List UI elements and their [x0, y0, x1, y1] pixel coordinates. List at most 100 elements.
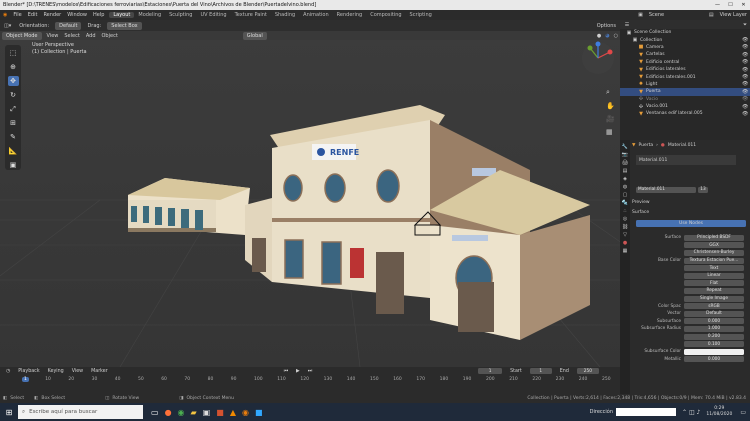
material-slot-list[interactable]: Material.011	[636, 155, 736, 165]
material-field-value[interactable]: Single Image	[684, 295, 744, 302]
editor-type-icon[interactable]: ◫▾	[0, 23, 15, 29]
material-field-value[interactable]: 0.200	[684, 333, 744, 340]
firefox-icon[interactable]: ●	[165, 408, 172, 417]
menu-select[interactable]: Select	[61, 33, 82, 39]
visibility-eye-icon[interactable]: 👁	[742, 52, 748, 58]
marker-menu[interactable]: Marker	[91, 369, 108, 374]
material-field-value[interactable]: 0.100	[684, 341, 744, 348]
scene-tab-icon[interactable]: ◈	[623, 176, 627, 182]
start-frame-field[interactable]: 1	[529, 368, 552, 374]
scale-tool-icon[interactable]: ⤢	[8, 104, 19, 114]
material-field-value[interactable]: sRGB	[684, 303, 744, 310]
outliner-row[interactable]: ▼ Puerta 👁	[620, 88, 750, 96]
outliner-row[interactable]: ▼ Edificios laterales.001 👁	[620, 73, 750, 80]
visibility-eye-icon[interactable]: 👁	[742, 59, 748, 65]
outliner-row[interactable]: ▣ Scene Collection	[620, 29, 750, 36]
render-tab-icon[interactable]: 📷	[622, 152, 628, 158]
powerpoint-icon[interactable]: ■	[216, 408, 224, 417]
material-datablock[interactable]: Material.011	[636, 186, 696, 193]
tab-modeling[interactable]: Modeling	[134, 12, 165, 18]
outliner-icon[interactable]: ☰	[624, 22, 630, 28]
material-field-value[interactable]: Textura Estacion Pue...	[684, 257, 744, 264]
menu-file[interactable]: File	[10, 12, 24, 18]
surface-panel-header[interactable]: Surface	[632, 210, 649, 215]
preview-panel-header[interactable]: Preview	[632, 200, 650, 205]
tray-icons[interactable]: ⌃ ◫ ♪	[682, 409, 700, 416]
playback-menu[interactable]: Playback	[18, 369, 39, 374]
visibility-eye-icon[interactable]: 👁	[742, 37, 748, 43]
tab-shading[interactable]: Shading	[271, 12, 299, 18]
visibility-eye-icon[interactable]: 👁	[742, 81, 748, 87]
drag-dropdown[interactable]: Select Box	[107, 21, 142, 30]
filter-icon[interactable]: ⏷	[742, 22, 748, 28]
output-tab-icon[interactable]: 🖨	[622, 160, 628, 166]
taskbar-search-box[interactable]: ⌕ Escribe aquí para buscar	[18, 405, 143, 419]
view-layer-tab-icon[interactable]: ▤	[623, 168, 628, 174]
rotate-tool-icon[interactable]: ↻	[8, 90, 19, 100]
transform-tool-icon[interactable]: ⊞	[8, 118, 19, 128]
jump-start-icon[interactable]: ⏮	[284, 368, 288, 374]
timeline-editor-icon[interactable]: ◷	[6, 369, 10, 374]
menu-add[interactable]: Add	[83, 33, 99, 39]
windows-start-icon[interactable]: ⊞	[0, 408, 18, 417]
visibility-eye-icon[interactable]: 👁	[742, 67, 748, 73]
move-tool-icon[interactable]: ✥	[7, 76, 19, 86]
outliner-row[interactable]: ✣ Vacio.001 👁	[620, 103, 750, 110]
particles-tab-icon[interactable]: ∴	[623, 208, 626, 214]
material-field-value[interactable]: GGX	[684, 242, 744, 249]
world-tab-icon[interactable]: ◍	[623, 184, 627, 190]
zoom-icon[interactable]: ⌕	[606, 88, 615, 97]
chrome-icon[interactable]: ◉	[178, 408, 185, 417]
menu-help[interactable]: Help	[90, 12, 107, 18]
tab-layout[interactable]: Layout	[109, 12, 135, 18]
material-field-value[interactable]: 0.000	[684, 356, 744, 363]
physics-tab-icon[interactable]: ◎	[623, 216, 627, 222]
visibility-eye-icon[interactable]: 👁	[742, 89, 748, 95]
vlc-icon[interactable]: ▲	[230, 408, 236, 417]
task-view-icon[interactable]: ▭	[151, 408, 159, 417]
view-layer-selector[interactable]: View Layer	[717, 12, 750, 18]
outliner-row[interactable]: ▼ Ventanas edif lateral.005 👁	[620, 110, 750, 117]
menu-view[interactable]: View	[44, 33, 62, 39]
navigation-gizmo[interactable]	[578, 38, 618, 78]
cursor-tool-icon[interactable]: ⊕	[8, 62, 19, 72]
material-users-count[interactable]: 13	[698, 186, 708, 193]
options-dropdown[interactable]: Options	[593, 23, 620, 29]
timeline-view-menu[interactable]: View	[72, 369, 83, 374]
jump-end-icon[interactable]: ⏭	[308, 368, 312, 374]
material-field-value[interactable]: 0.000	[684, 318, 744, 325]
select-tool-icon[interactable]: ⬚	[8, 48, 19, 58]
minimize-icon[interactable]: —	[711, 2, 724, 8]
modifier-tab-icon[interactable]: 🔩	[622, 200, 628, 206]
address-input[interactable]	[616, 408, 677, 416]
material-field-value[interactable]: Linear	[684, 272, 744, 279]
photoshop-icon[interactable]: ■	[255, 408, 263, 417]
data-tab-icon[interactable]: ▽	[623, 232, 627, 238]
end-frame-field[interactable]: 250	[576, 368, 599, 374]
material-field-value[interactable]	[684, 348, 744, 355]
store-icon[interactable]: ▣	[203, 408, 211, 417]
material-field-value[interactable]: 1.000	[684, 325, 744, 332]
visibility-eye-icon[interactable]: 👁	[742, 74, 748, 80]
outliner-row[interactable]: ▼ Cartelas 👁	[620, 51, 750, 58]
material-tab-icon[interactable]: ●	[623, 240, 627, 246]
menu-window[interactable]: Window	[64, 12, 90, 18]
tab-sculpting[interactable]: Sculpting	[165, 12, 196, 18]
annotate-tool-icon[interactable]: ✎	[8, 132, 19, 142]
constraints-tab-icon[interactable]: ⛓	[622, 224, 628, 230]
tab-texture-paint[interactable]: Texture Paint	[231, 12, 271, 18]
tab-scripting[interactable]: Scripting	[406, 12, 436, 18]
material-field-value[interactable]: Repeat	[684, 287, 744, 294]
outliner-row[interactable]: ✣ Vacio 👁	[620, 96, 750, 103]
tab-animation[interactable]: Animation	[299, 12, 333, 18]
material-field-value[interactable]: Flat	[684, 280, 744, 287]
blender-taskbar-icon[interactable]: ◉	[242, 408, 249, 417]
orientation-dropdown[interactable]: Default	[55, 21, 82, 30]
object-tab-icon[interactable]: ▢	[623, 192, 628, 198]
visibility-eye-icon[interactable]: 👁	[742, 44, 748, 50]
material-slot[interactable]: Material.011	[639, 158, 667, 163]
outliner-row[interactable]: ▼ Edificios laterales 👁	[620, 66, 750, 73]
material-field-value[interactable]: Default	[684, 310, 744, 317]
visibility-eye-icon[interactable]: 👁	[742, 104, 748, 110]
timeline-ruler[interactable]: 1 10 20 30 40 50 60 70 80 90 100 110 120 130 140 150 160…	[0, 377, 620, 387]
